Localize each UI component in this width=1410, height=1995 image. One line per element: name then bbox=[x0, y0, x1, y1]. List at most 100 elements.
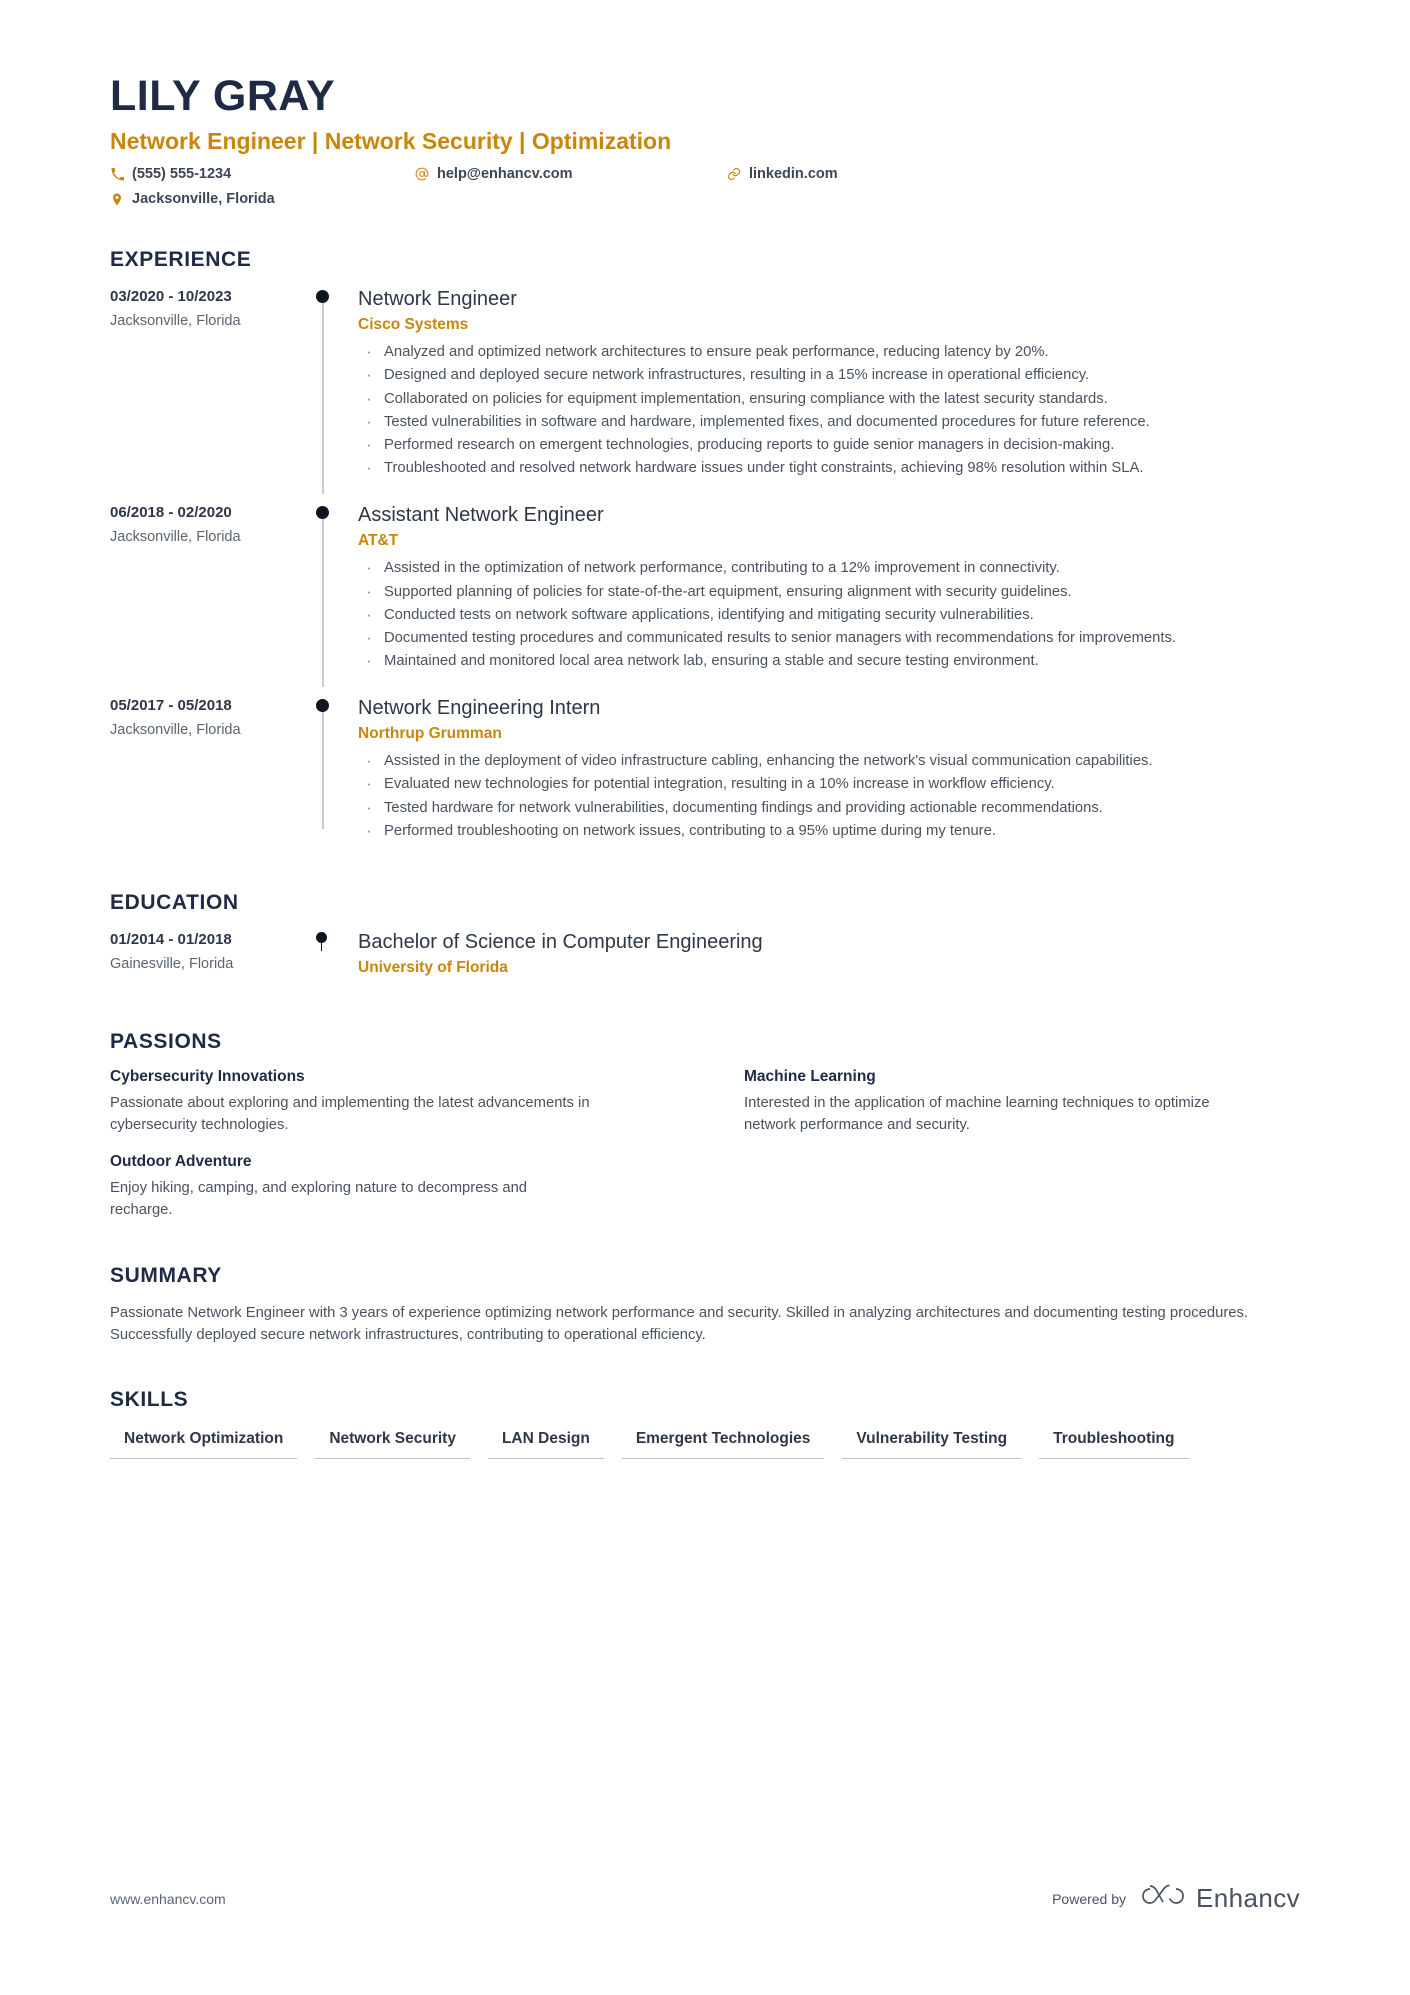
experience-meta: 05/2017 - 05/2018 Jacksonville, Florida bbox=[110, 695, 310, 843]
experience-dates: 05/2017 - 05/2018 bbox=[110, 697, 232, 715]
experience-entry: 03/2020 - 10/2023 Jacksonville, Florida … bbox=[110, 286, 1300, 495]
education-title: EDUCATION bbox=[110, 891, 239, 914]
experience-bullet-list: Assisted in the deployment of video infr… bbox=[358, 748, 1296, 844]
experience-body: Assistant Network Engineer AT&T Assisted… bbox=[358, 502, 1300, 673]
education-school: University of Florida bbox=[358, 959, 508, 976]
timeline-line bbox=[322, 512, 324, 688]
passions-grid: Cybersecurity Innovations Passionate abo… bbox=[110, 1068, 1300, 1222]
experience-dates: 06/2018 - 02/2020 bbox=[110, 504, 232, 522]
experience-body: Network Engineer Cisco Systems Analyzed … bbox=[358, 286, 1300, 481]
passion-item: Outdoor Adventure Enjoy hiking, camping,… bbox=[110, 1153, 666, 1222]
experience-location: Jacksonville, Florida bbox=[110, 722, 241, 738]
experience-meta: 03/2020 - 10/2023 Jacksonville, Florida bbox=[110, 286, 310, 480]
bullet-item: Documented testing procedures and commun… bbox=[358, 625, 1296, 651]
experience-location: Jacksonville, Florida bbox=[110, 529, 241, 546]
experience-job-title: Network Engineer bbox=[358, 288, 517, 311]
timeline-dot bbox=[316, 290, 329, 304]
experience-bullet-list: Assisted in the optimization of network … bbox=[358, 555, 1296, 673]
bullet-item: Collaborated on policies for equipment i… bbox=[358, 386, 1296, 412]
enhancv-wordmark: Enhancv bbox=[1196, 1883, 1300, 1913]
timeline-rail bbox=[310, 695, 358, 843]
summary-title: SUMMARY bbox=[110, 1263, 222, 1287]
resume-header: LILY GRAY Network Engineer | Network Sec… bbox=[110, 72, 1300, 218]
bullet-item: Conducted tests on network software appl… bbox=[358, 602, 1296, 628]
passion-description: Interested in the application of machine… bbox=[744, 1095, 1210, 1133]
link-text: linkedin.com bbox=[749, 166, 838, 183]
experience-bullet-list: Analyzed and optimized network architect… bbox=[358, 339, 1296, 481]
skills-section: SKILLS Network Optimization Network Secu… bbox=[110, 1388, 1300, 1459]
experience-entry: 05/2017 - 05/2018 Jacksonville, Florida … bbox=[110, 695, 1300, 847]
summary-section: SUMMARY Passionate Network Engineer with… bbox=[110, 1264, 1300, 1346]
education-dot-stem bbox=[320, 941, 322, 951]
education-body: Bachelor of Science in Computer Engineer… bbox=[358, 929, 1300, 984]
bullet-item: Troubleshooted and resolved network hard… bbox=[358, 455, 1296, 481]
enhancv-mark-icon bbox=[1140, 1882, 1186, 1915]
at-sign-icon bbox=[415, 166, 429, 182]
contact-phone[interactable]: (555) 555-1234 bbox=[110, 166, 231, 182]
timeline-rail bbox=[310, 286, 358, 495]
experience-company: AT&T bbox=[358, 532, 399, 550]
passion-description: Enjoy hiking, camping, and exploring nat… bbox=[110, 1179, 528, 1218]
experience-section: EXPERIENCE 03/2020 - 10/2023 Jacksonvill… bbox=[110, 248, 1300, 847]
experience-job-title: Network Engineering Intern bbox=[358, 697, 601, 720]
skills-title: SKILLS bbox=[110, 1387, 189, 1411]
experience-body: Network Engineering Intern Northrup Grum… bbox=[358, 695, 1300, 843]
contact-email[interactable]: help@enhancv.com bbox=[415, 166, 573, 182]
skills-list: Network Optimization Network Security LA… bbox=[110, 1426, 1240, 1459]
bullet-item: Evaluated new technologies for potential… bbox=[358, 771, 1296, 797]
location-pin-icon bbox=[110, 191, 124, 207]
candidate-headline: Network Engineer | Network Security | Op… bbox=[110, 128, 672, 155]
passion-title: Cybersecurity Innovations bbox=[110, 1068, 305, 1085]
bullet-item: Analyzed and optimized network architect… bbox=[358, 339, 1296, 365]
timeline-dot bbox=[316, 506, 329, 520]
education-location: Gainesville, Florida bbox=[110, 955, 234, 972]
passions-section: PASSIONS Cybersecurity Innovations Passi… bbox=[110, 1030, 1300, 1222]
link-icon bbox=[727, 166, 741, 182]
education-meta: 01/2014 - 01/2018 Gainesville, Florida bbox=[110, 929, 310, 984]
passion-item: Machine Learning Interested in the appli… bbox=[744, 1068, 1300, 1137]
education-section: EDUCATION 01/2014 - 01/2018 Gainesville,… bbox=[110, 891, 1300, 988]
skill-tag: Network Optimization bbox=[110, 1426, 298, 1459]
passion-item: Cybersecurity Innovations Passionate abo… bbox=[110, 1068, 666, 1137]
phone-icon bbox=[110, 166, 124, 182]
experience-title: EXPERIENCE bbox=[110, 248, 252, 272]
skill-tag: Troubleshooting bbox=[1039, 1426, 1189, 1459]
contact-details: (555) 555-1234 Jacksonville, Florida hel… bbox=[110, 166, 1300, 218]
timeline-line bbox=[322, 705, 324, 829]
passion-title: Outdoor Adventure bbox=[110, 1152, 252, 1170]
bullet-item: Tested hardware for network vulnerabilit… bbox=[358, 795, 1296, 821]
contact-link[interactable]: linkedin.com bbox=[727, 166, 838, 182]
experience-meta: 06/2018 - 02/2020 Jacksonville, Florida bbox=[110, 502, 310, 673]
experience-location: Jacksonville, Florida bbox=[110, 312, 241, 329]
experience-entry: 06/2018 - 02/2020 Jacksonville, Florida … bbox=[110, 502, 1300, 688]
bullet-item: Supported planning of policies for state… bbox=[358, 578, 1296, 604]
bullet-item: Performed troubleshooting on network iss… bbox=[358, 818, 1296, 844]
skill-tag: LAN Design bbox=[487, 1426, 604, 1459]
summary-text: Passionate Network Engineer with 3 years… bbox=[110, 1304, 1249, 1343]
page-footer: www.enhancv.com Powered by Enhancv bbox=[110, 1882, 1300, 1915]
bullet-item: Tested vulnerabilities in software and h… bbox=[358, 409, 1296, 435]
powered-by-label: Powered by bbox=[1052, 1890, 1127, 1907]
bullet-item: Designed and deployed secure network inf… bbox=[358, 362, 1296, 388]
bullet-item: Assisted in the deployment of video infr… bbox=[358, 748, 1296, 774]
location-text: Jacksonville, Florida bbox=[132, 191, 275, 208]
enhancv-logo: Enhancv bbox=[1140, 1882, 1300, 1915]
education-dates: 01/2014 - 01/2018 bbox=[110, 931, 232, 948]
education-marker bbox=[310, 929, 358, 984]
bullet-item: Performed research on emergent technolog… bbox=[358, 432, 1296, 458]
bullet-item: Assisted in the optimization of network … bbox=[358, 555, 1296, 581]
experience-job-title: Assistant Network Engineer bbox=[358, 504, 604, 527]
footer-website-url[interactable]: www.enhancv.com bbox=[110, 1891, 226, 1907]
education-entry: 01/2014 - 01/2018 Gainesville, Florida B… bbox=[110, 929, 1300, 988]
experience-company: Cisco Systems bbox=[358, 316, 469, 334]
resume-page: LILY GRAY Network Engineer | Network Sec… bbox=[0, 0, 1410, 1995]
timeline-rail bbox=[310, 502, 358, 688]
passion-title: Machine Learning bbox=[744, 1068, 876, 1085]
skill-tag: Vulnerability Testing bbox=[842, 1426, 1022, 1459]
experience-dates: 03/2020 - 10/2023 bbox=[110, 288, 232, 306]
candidate-name: LILY GRAY bbox=[110, 72, 336, 120]
timeline-line bbox=[322, 296, 324, 495]
email-text: help@enhancv.com bbox=[437, 166, 573, 183]
contact-location: Jacksonville, Florida bbox=[110, 191, 275, 207]
experience-company: Northrup Grumman bbox=[358, 725, 502, 743]
